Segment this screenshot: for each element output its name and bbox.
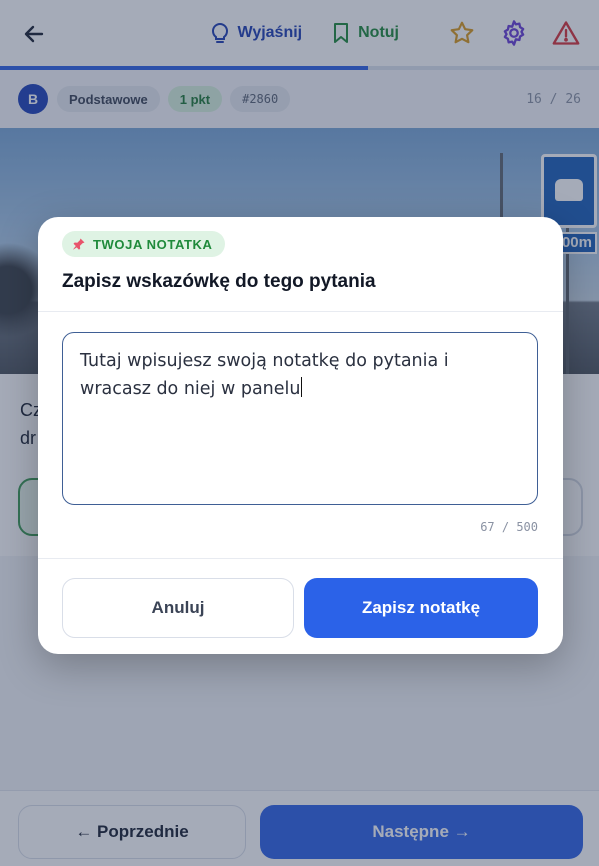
note-modal: TWOJA NOTATKA Zapisz wskazówkę do tego p… <box>38 217 563 654</box>
note-badge-label: TWOJA NOTATKA <box>93 236 213 252</box>
modal-footer: Anuluj Zapisz notatkę <box>38 558 563 654</box>
note-badge: TWOJA NOTATKA <box>62 231 225 257</box>
save-note-button[interactable]: Zapisz notatkę <box>304 578 538 638</box>
cancel-button[interactable]: Anuluj <box>62 578 294 638</box>
text-caret <box>300 377 302 397</box>
modal-title: Zapisz wskazówkę do tego pytania <box>62 271 376 292</box>
note-text: Tutaj wpisujesz swoją notatkę do pytania… <box>80 351 449 399</box>
pin-icon <box>73 238 85 250</box>
char-counter: 67 / 500 <box>480 520 538 534</box>
modal-header: TWOJA NOTATKA Zapisz wskazówkę do tego p… <box>38 217 563 312</box>
note-textarea[interactable]: Tutaj wpisujesz swoją notatkę do pytania… <box>62 332 538 505</box>
